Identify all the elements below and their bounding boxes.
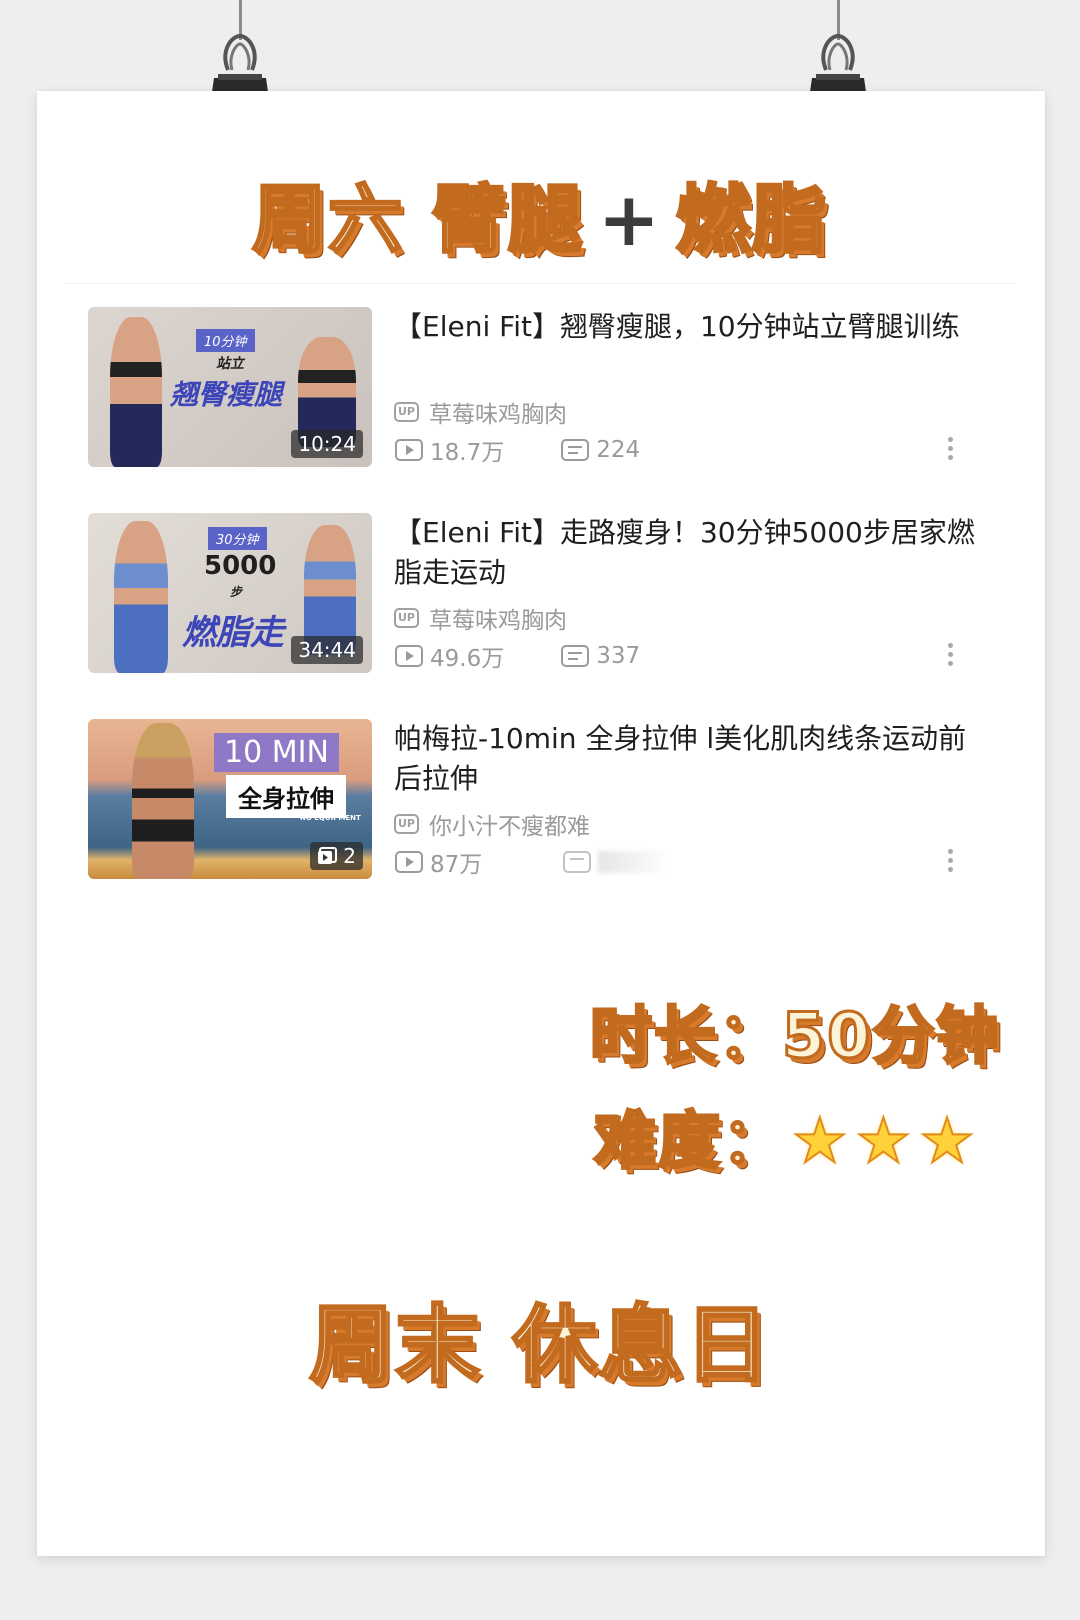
video-card[interactable]: 30分钟 5000 步 燃脂走 34:44 【Eleni Fit】走路瘦身！30… (88, 513, 988, 673)
difficulty-label: 难度： (592, 1103, 787, 1179)
thumbnail-caption: NO EQUIPMENT (300, 814, 361, 822)
video-thumbnail[interactable]: 10 MIN 全身拉伸 NO EQUIPMENT 2 (88, 719, 372, 879)
play-icon (395, 439, 423, 461)
video-card[interactable]: 10 MIN 全身拉伸 NO EQUIPMENT 2 帕梅拉-10min 全身拉… (88, 719, 988, 879)
divider (65, 283, 1015, 284)
more-vertical-icon[interactable] (948, 437, 954, 460)
rest-day-text: 周末 休息日 (308, 1295, 771, 1396)
video-title[interactable]: 帕梅拉-10min 全身拉伸 l美化肌肉线条运动前后拉伸 (394, 719, 984, 799)
video-thumbnail[interactable]: 30分钟 5000 步 燃脂走 34:44 (88, 513, 372, 673)
thumbnail-person-left (110, 317, 162, 467)
more-vertical-icon[interactable] (948, 643, 954, 666)
thumbnail-headline: 燃脂走 (182, 613, 284, 653)
stats-line: 49.6万 337 (394, 639, 640, 673)
stats-line: 18.7万 224 (394, 433, 640, 467)
episode-count: 2 (343, 844, 356, 868)
comment-count-blurred (598, 851, 669, 873)
video-info: 【Eleni Fit】走路瘦身！30分钟5000步居家燃脂走运动 UP 草莓味鸡… (394, 513, 984, 673)
star-icon: ★ (791, 1103, 850, 1178)
video-info: 【Eleni Fit】翘臀瘦腿，10分钟站立臂腿训练 UP 草莓味鸡胸肉 18.… (394, 307, 984, 467)
danmaku-icon (563, 851, 592, 873)
play-icon (395, 645, 423, 667)
thumbnail-headline: 翘臀瘦腿 (170, 378, 283, 411)
title-right-text: 燃脂 (674, 176, 828, 265)
playlist-icon (318, 847, 338, 864)
thumbnail-count: 5000 (204, 551, 277, 581)
thumbnail-person-left (114, 521, 168, 673)
duration-value: 50分钟 (781, 998, 1001, 1074)
uploader-line[interactable]: UP 你小汁不瘦都难 (394, 807, 590, 841)
star-icon: ★ (918, 1103, 977, 1178)
danmaku-icon (561, 439, 590, 461)
difficulty-stars: ★★★ (786, 1103, 977, 1178)
uploader-name: 你小汁不瘦都难 (429, 814, 590, 840)
view-count: 18.7万 (430, 440, 505, 466)
video-info: 帕梅拉-10min 全身拉伸 l美化肌肉线条运动前后拉伸 UP 你小汁不瘦都难 … (394, 719, 984, 879)
title-left-text: 周六 臂腿 (251, 176, 584, 265)
duration-summary: 时长：50分钟 (588, 985, 1001, 1075)
episode-count-badge: 2 (310, 842, 363, 870)
view-count: 87万 (430, 852, 483, 878)
duration-label: 时长： (588, 998, 783, 1074)
page-title: 周六 臂腿 + 燃脂 (0, 160, 1080, 267)
video-card[interactable]: 10分钟 站立 翘臀瘦腿 10:24 【Eleni Fit】翘臀瘦腿，10分钟站… (88, 307, 988, 467)
thumbnail-person (132, 723, 194, 879)
more-vertical-icon[interactable] (948, 849, 954, 872)
comment-count: 337 (596, 643, 641, 669)
duration-badge: 34:44 (291, 636, 363, 664)
up-badge-icon: UP (394, 814, 419, 834)
video-thumbnail[interactable]: 10分钟 站立 翘臀瘦腿 10:24 (88, 307, 372, 467)
up-badge-icon: UP (394, 402, 419, 422)
poster-stage: 周六 臂腿 + 燃脂 10分钟 站立 翘臀瘦腿 10:24 【Eleni Fit】翘… (0, 0, 1080, 1620)
danmaku-icon (561, 645, 590, 667)
thumbnail-subtitle: 站立 (216, 356, 244, 372)
uploader-line[interactable]: UP 草莓味鸡胸肉 (394, 601, 567, 635)
up-badge-icon: UP (394, 608, 419, 628)
uploader-name: 草莓味鸡胸肉 (429, 402, 567, 428)
video-title[interactable]: 【Eleni Fit】走路瘦身！30分钟5000步居家燃脂走运动 (394, 513, 984, 593)
thumbnail-tag: 10分钟 (196, 329, 255, 352)
view-count: 49.6万 (430, 646, 505, 672)
thumbnail-tag: 10 MIN (214, 733, 339, 772)
thumbnail-headline: 全身拉伸 (226, 775, 346, 818)
plus-icon: + (597, 177, 662, 263)
star-icon: ★ (855, 1103, 914, 1178)
thumbnail-unit: 步 (230, 585, 243, 599)
stats-line: 87万 (394, 845, 669, 879)
thumbnail-tag: 30分钟 (208, 527, 267, 550)
video-title[interactable]: 【Eleni Fit】翘臀瘦腿，10分钟站立臂腿训练 (394, 307, 984, 347)
uploader-name: 草莓味鸡胸肉 (429, 608, 567, 634)
play-icon (395, 851, 423, 873)
duration-badge: 10:24 (291, 430, 363, 458)
difficulty-summary: 难度：★★★ (592, 1090, 977, 1180)
comment-count: 224 (596, 437, 641, 463)
uploader-line[interactable]: UP 草莓味鸡胸肉 (394, 395, 567, 429)
